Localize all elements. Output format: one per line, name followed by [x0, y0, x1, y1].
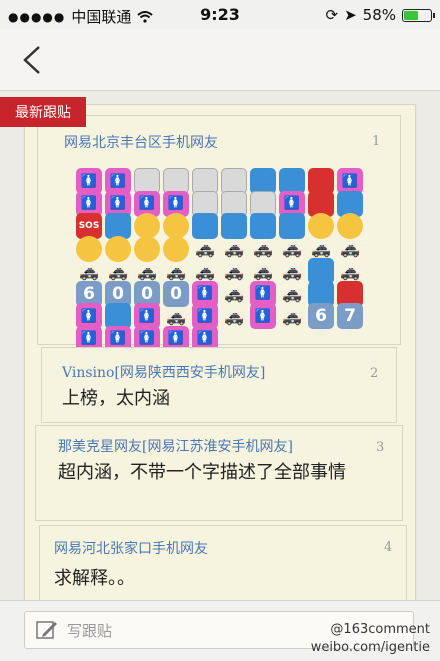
comment-post-1[interactable]: 网易北京丰台区手机网友 1 SOS🚓🚓🚓🚓🚓🚓🚓🚓🚓🚓🚓🚓🚓🚓🚓6000🚓🚓🚓🚓… [37, 115, 401, 352]
comment-user[interactable]: 网易河北张家口手机网友 [54, 538, 208, 558]
comment-post-3[interactable]: 那美克星网友[网易江苏淮安手机网友] 3 超内涵，不带一个字描述了全部事情 [35, 425, 403, 521]
compose-placeholder: 写跟贴 [67, 621, 113, 640]
status-bar: ●●●●● 中国联通 9:23 ⟳ ➤ 58% [0, 0, 440, 30]
floor-number: 1 [372, 134, 381, 149]
comment-user[interactable]: Vinsino[网易陕西西安手机网友] [62, 362, 265, 382]
number-emoji: 7 [337, 303, 363, 329]
back-button[interactable] [12, 40, 52, 80]
comment-text: 超内涵，不带一个字描述了全部事情 [58, 462, 346, 483]
person-emoji [250, 303, 276, 329]
chevron-left-icon [23, 46, 40, 74]
watermark-url: weibo.com/igentie [310, 640, 430, 655]
comment-text: 上榜，太内涵 [62, 388, 170, 409]
battery-icon [402, 8, 435, 22]
comment-text: 求解释。。 [54, 568, 135, 589]
floor-number: 4 [384, 540, 393, 555]
car-emoji: 🚓 [282, 306, 302, 326]
comment-user[interactable]: 那美克星网友[网易江苏淮安手机网友] [58, 436, 293, 456]
pencil-icon [36, 621, 57, 639]
comment-post-2[interactable]: Vinsino[网易陕西西安手机网友] 2 上榜，太内涵 [41, 347, 397, 423]
comment-thread: 网易北京丰台区手机网友 1 SOS🚓🚓🚓🚓🚓🚓🚓🚓🚓🚓🚓🚓🚓🚓🚓6000🚓🚓🚓🚓… [24, 104, 416, 626]
floor-number: 3 [376, 440, 385, 455]
comment-user[interactable]: 网易北京丰台区手机网友 [64, 132, 218, 152]
latest-comments-ribbon: 最新跟贴 [0, 97, 86, 127]
rotation-lock-icon: ⟳ [325, 6, 339, 24]
watermark: @163comment weibo.com/igentie [311, 621, 430, 657]
watermark-handle: @163comment [330, 622, 430, 637]
floor-number: 2 [370, 366, 379, 381]
location-icon: ➤ [344, 6, 357, 24]
navigation-bar [0, 30, 440, 91]
car-emoji: 🚓 [224, 306, 244, 326]
number-emoji: 6 [308, 303, 334, 329]
bottom-toolbar: 写跟贴 @163comment weibo.com/igentie [0, 600, 440, 661]
battery-percent: 58% [362, 6, 396, 24]
